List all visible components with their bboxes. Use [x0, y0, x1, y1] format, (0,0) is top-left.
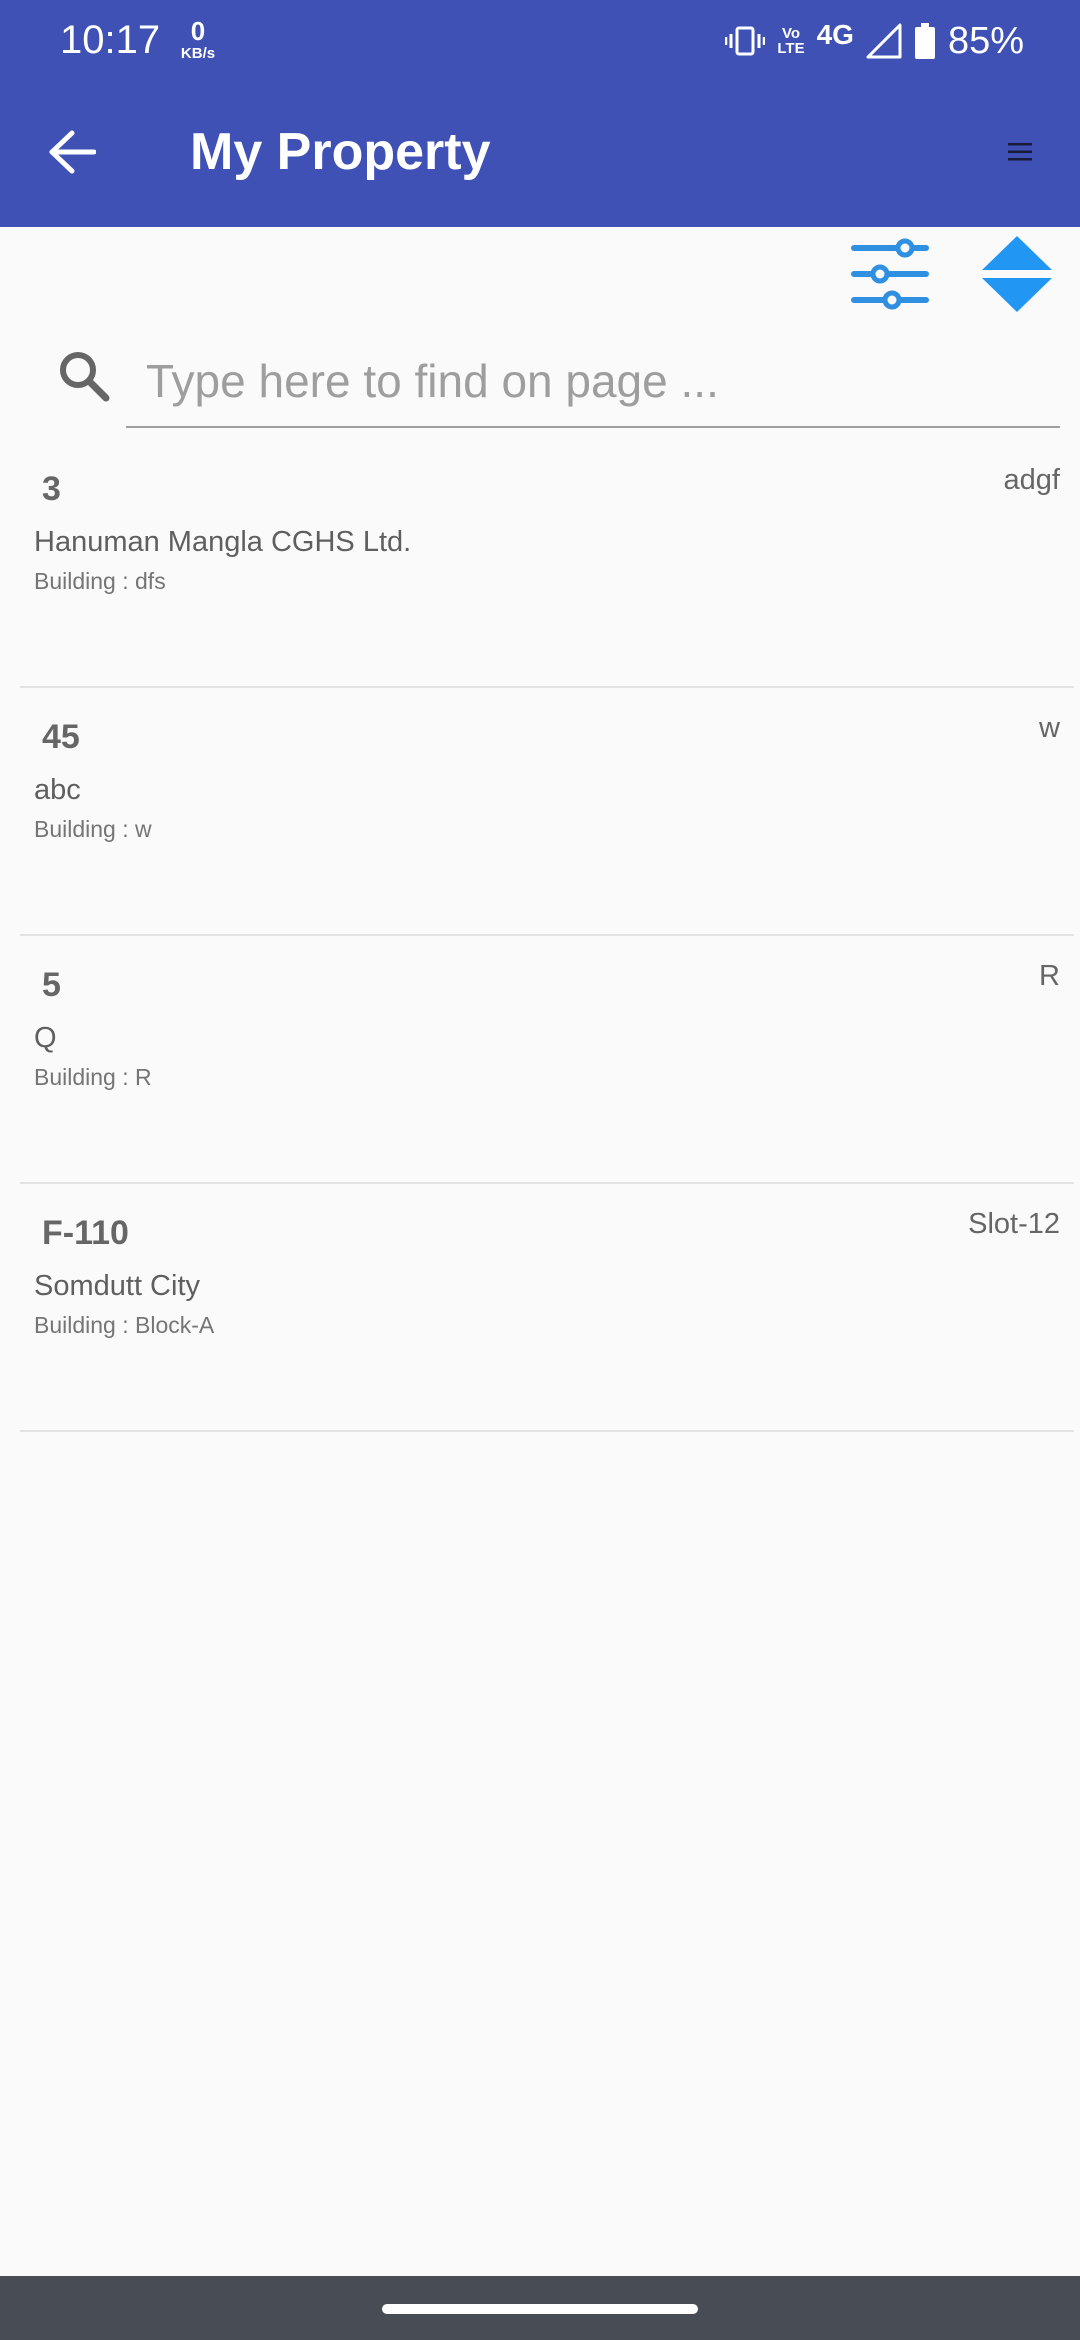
network-type: 4G [816, 19, 854, 50]
system-nav-bar [0, 2276, 1080, 2340]
property-list: 3 adgf Hanuman Mangla CGHS Ltd. Building… [0, 440, 1080, 1432]
network-speed-value: 0 [190, 16, 206, 46]
page-title: My Property [190, 123, 491, 181]
property-society: Somdutt City [34, 1270, 200, 1302]
property-number: 3 [42, 470, 61, 508]
property-society: abc [34, 774, 81, 806]
sort-arrows-icon [982, 236, 1052, 312]
property-slot: Slot-12 [968, 1208, 1060, 1240]
vibrate-icon [725, 25, 766, 57]
arrow-left-icon [49, 130, 96, 174]
filter-sliders-icon [851, 238, 929, 310]
property-building: Building : w [34, 816, 152, 842]
property-slot: w [1039, 712, 1060, 744]
status-icons: Vo LTE 4G 85% [725, 16, 1024, 66]
list-item[interactable]: F-110 Slot-12 Somdutt City Building : Bl… [20, 1184, 1074, 1432]
volte-icon: Vo LTE [777, 26, 804, 56]
back-button[interactable] [40, 120, 104, 184]
list-item[interactable]: 3 adgf Hanuman Mangla CGHS Ltd. Building… [20, 440, 1074, 688]
volte-bottom: LTE [777, 40, 805, 57]
property-society: Hanuman Mangla CGHS Ltd. [34, 526, 412, 558]
property-society: Q [34, 1022, 57, 1054]
property-number: 45 [42, 718, 80, 756]
network-speed-unit: KB/s [180, 45, 216, 62]
network-speed: 0 KB/s [176, 18, 220, 61]
app-bar: 10:17 0 KB/s Vo LTE 4G 85% My Property [0, 0, 1080, 227]
battery-percent: 85% [947, 19, 1024, 62]
property-building: Building : dfs [34, 568, 166, 594]
property-building: Building : R [34, 1064, 152, 1090]
sort-button[interactable] [978, 232, 1056, 316]
property-slot: adgf [1003, 464, 1060, 496]
search-bar [56, 336, 1060, 428]
property-number: 5 [42, 966, 61, 1004]
status-time: 10:17 [60, 18, 161, 62]
search-input[interactable] [126, 336, 1060, 428]
battery-icon [914, 23, 936, 59]
list-item[interactable]: 45 w abc Building : w [20, 688, 1074, 936]
menu-button[interactable] [980, 120, 1060, 184]
home-gesture-bar[interactable] [382, 2304, 698, 2314]
hamburger-menu-icon [1008, 143, 1032, 161]
property-building: Building : Block-A [34, 1312, 215, 1338]
property-number: F-110 [42, 1214, 129, 1252]
property-slot: R [1039, 960, 1060, 992]
list-item[interactable]: 5 R Q Building : R [20, 936, 1074, 1184]
filter-button[interactable] [848, 236, 934, 312]
search-icon [60, 352, 110, 402]
signal-icon [866, 23, 902, 59]
